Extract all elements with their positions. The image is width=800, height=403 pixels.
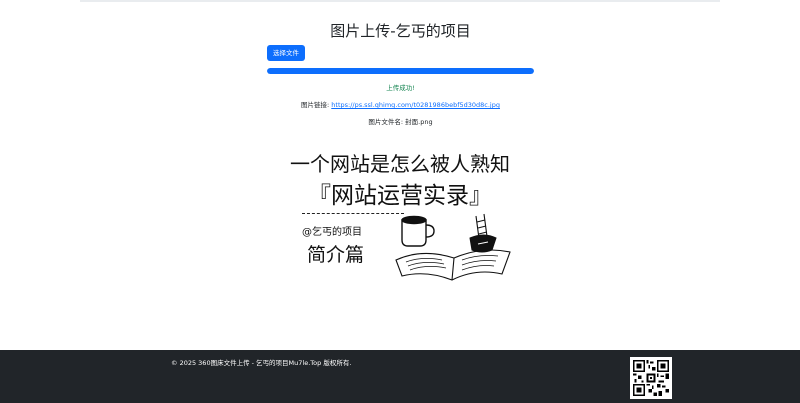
- upload-progress-fill: [267, 68, 534, 74]
- preview-dashed-divider: [302, 213, 404, 214]
- upload-status-message: 上传成功!: [386, 84, 415, 92]
- image-filename: 图片文件名: 封面.png: [368, 118, 433, 126]
- footer: © 2025 360图床文件上传 - 乞丐的项目Mu7le.Top 版权所有.: [0, 350, 800, 403]
- preview-title-line1: 一个网站是怎么被人熟知: [290, 152, 510, 176]
- image-link-label: 图片链接:: [301, 101, 330, 109]
- preview-title-line2: 『网站运营实录』: [308, 183, 492, 209]
- uploaded-image-preview: 一个网站是怎么被人熟知 『网站运营实录』 @乞丐的项目 简介篇: [280, 140, 520, 281]
- choose-file-button[interactable]: 选择文件: [267, 45, 305, 61]
- preview-subtitle: 简介篇: [307, 244, 365, 266]
- image-link-line: 图片链接: https://ps.ssl.qhimg.com/t0281986b…: [267, 99, 534, 109]
- footer-copyright: © 2025 360图床文件上传 - 乞丐的项目Mu7le.Top 版权所有.: [171, 359, 352, 367]
- upload-progress-bar: [267, 68, 534, 74]
- qr-code-icon: [630, 357, 672, 399]
- top-border: [80, 0, 720, 2]
- preview-author: @乞丐的项目: [302, 227, 362, 238]
- open-book-with-coffee-illustration: [395, 213, 511, 281]
- image-link[interactable]: https://ps.ssl.qhimg.com/t0281986bebf5d3…: [331, 101, 500, 109]
- page-title: 图片上传-乞丐的项目: [330, 22, 471, 40]
